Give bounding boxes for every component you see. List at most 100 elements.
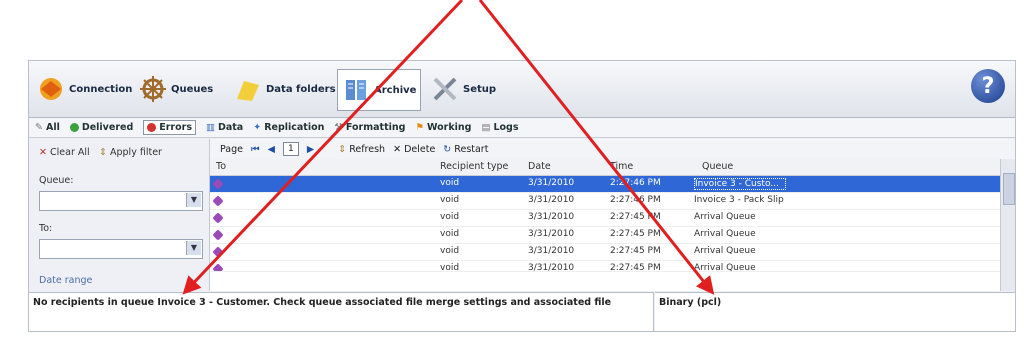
- filter-formatting[interactable]: ⚒ Formatting: [334, 122, 405, 133]
- chevron-down-icon[interactable]: ▼: [186, 193, 201, 207]
- pager-toolbar: Page ⏮ ◀ 1 ▶ ⇕ Refresh ✕ Delete ↻ Restar…: [210, 139, 1015, 159]
- filter-data-label: Data: [217, 122, 244, 133]
- prev-page-icon[interactable]: ◀: [268, 144, 275, 155]
- status-message: No recipients in queue Invoice 3 - Custo…: [33, 297, 612, 308]
- refresh-icon: ⇕: [338, 143, 347, 155]
- cell-recipient-type: void: [440, 246, 460, 256]
- restart-label: Restart: [454, 143, 489, 155]
- formatting-icon: ⚒: [334, 122, 343, 133]
- close-icon: ✕: [39, 147, 47, 158]
- table-row[interactable]: void 3/31/2010 2:27:45 PM Arrival Queue: [210, 244, 1000, 261]
- cell-date: 3/31/2010: [528, 195, 575, 205]
- cell-time: 2:27:45 PM: [610, 246, 661, 256]
- filter-errors-label: Errors: [159, 122, 192, 133]
- cell-recipient-type: void: [440, 263, 460, 272]
- filter-sidebar: ✕ Clear All ⇕ Apply filter Queue: ▼ To: …: [29, 139, 210, 291]
- delete-icon: ✕: [393, 143, 402, 155]
- main-toolbar: Connection Queues Data folders Archive S…: [29, 61, 1015, 118]
- cell-recipient-type: void: [440, 178, 460, 188]
- queue-select[interactable]: ▼: [39, 191, 203, 211]
- filter-formatting-label: Formatting: [345, 122, 406, 133]
- filter-delivered-label: Delivered: [81, 122, 134, 133]
- data-folders-label: Data folders: [266, 83, 336, 95]
- cell-date: 3/31/2010: [528, 212, 575, 222]
- clear-all-button[interactable]: ✕ Clear All: [39, 147, 90, 158]
- cell-date: 3/31/2010: [528, 178, 575, 188]
- error-icon: [147, 123, 157, 132]
- flag-icon: ⚑: [415, 122, 424, 133]
- filter-data[interactable]: ▥ Data: [206, 122, 243, 133]
- header-time[interactable]: Time: [610, 161, 633, 172]
- filter-replication[interactable]: ✦ Replication: [253, 122, 324, 133]
- recipient-icon: [212, 195, 224, 207]
- table-row[interactable]: void 3/31/2010 2:27:45 PM Arrival Queue: [210, 261, 1000, 272]
- replication-icon: ✦: [253, 122, 262, 133]
- table-row[interactable]: void 3/31/2010 2:27:46 PM Invoice 3 - Pa…: [210, 193, 1000, 210]
- next-page-icon[interactable]: ▶: [307, 144, 314, 155]
- table-row[interactable]: void 3/31/2010 2:27:46 PM Invoice 3 - Cu…: [210, 176, 1000, 193]
- cell-recipient-type: void: [440, 195, 460, 205]
- filter-all[interactable]: ✎ All: [35, 122, 60, 133]
- refresh-button[interactable]: ⇕ Refresh: [338, 144, 385, 155]
- cell-date: 3/31/2010: [528, 263, 575, 272]
- cell-queue: Arrival Queue: [694, 229, 756, 239]
- connection-icon: [37, 75, 65, 103]
- first-page-icon[interactable]: ⏮: [251, 144, 260, 155]
- header-date[interactable]: Date: [528, 161, 551, 172]
- cell-queue: Arrival Queue: [694, 263, 756, 272]
- filter-working[interactable]: ⚑ Working: [415, 122, 471, 133]
- scrollbar-thumb[interactable]: [1003, 173, 1015, 205]
- app-window: Connection Queues Data folders Archive S…: [28, 60, 1016, 332]
- table-row[interactable]: void 3/31/2010 2:27:45 PM Arrival Queue: [210, 210, 1000, 227]
- apply-filter-button[interactable]: ⇕ Apply filter: [99, 147, 162, 158]
- filter-all-label: All: [45, 122, 60, 133]
- page-label: Page: [220, 143, 243, 155]
- cell-time: 2:27:45 PM: [610, 229, 661, 239]
- queues-label: Queues: [171, 83, 214, 95]
- filter-logs[interactable]: ▤ Logs: [481, 122, 518, 133]
- setup-button[interactable]: Setup: [431, 69, 496, 109]
- check-icon: [69, 123, 79, 132]
- restart-icon: ↻: [443, 143, 452, 155]
- header-queue[interactable]: Queue: [702, 161, 733, 172]
- connection-label: Connection: [69, 83, 133, 95]
- vertical-scrollbar[interactable]: [1000, 159, 1015, 291]
- cell-recipient-type: void: [440, 212, 460, 222]
- filter-delivered[interactable]: Delivered: [69, 122, 134, 133]
- to-select[interactable]: ▼: [39, 239, 203, 259]
- chart-icon: ▥: [205, 122, 215, 133]
- help-icon: ?: [981, 73, 995, 99]
- cell-date: 3/31/2010: [528, 246, 575, 256]
- delete-label: Delete: [404, 143, 436, 155]
- cell-queue: Arrival Queue: [694, 246, 756, 256]
- archive-label: Archive: [374, 84, 417, 96]
- archive-button[interactable]: Archive: [337, 69, 422, 111]
- recipient-icon: [212, 229, 224, 241]
- format-panel: Binary (pcl): [655, 292, 1015, 331]
- recipient-icon: [212, 263, 224, 271]
- cell-date: 3/31/2010: [528, 229, 575, 239]
- table-row[interactable]: void 3/31/2010 2:27:45 PM Arrival Queue: [210, 227, 1000, 244]
- cell-time: 2:27:46 PM: [610, 195, 661, 205]
- chevron-down-icon[interactable]: ▼: [186, 241, 201, 255]
- page-number-input[interactable]: 1: [282, 142, 299, 156]
- clear-all-label: Clear All: [50, 147, 90, 158]
- help-button[interactable]: ?: [971, 69, 1005, 103]
- filter-logs-label: Logs: [493, 122, 519, 133]
- queues-button[interactable]: Queues: [139, 69, 213, 109]
- pencil-icon: ✎: [35, 122, 43, 133]
- data-folders-button[interactable]: Data folders: [234, 69, 336, 109]
- refresh-label: Refresh: [349, 143, 386, 155]
- recipients-grid: Page ⏮ ◀ 1 ▶ ⇕ Refresh ✕ Delete ↻ Restar…: [210, 139, 1015, 291]
- filter-errors[interactable]: Errors: [143, 120, 196, 135]
- header-to[interactable]: To: [216, 161, 226, 172]
- restart-button[interactable]: ↻ Restart: [443, 144, 488, 155]
- recipient-icon: [212, 246, 224, 258]
- folder-icon: [234, 75, 262, 103]
- delete-button[interactable]: ✕ Delete: [393, 144, 435, 155]
- date-range-label[interactable]: Date range: [39, 275, 92, 286]
- header-recipient-type[interactable]: Recipient type: [440, 161, 508, 172]
- filter-tabs: ✎ All Delivered Errors ▥ Data ✦ Replicat…: [29, 118, 1015, 138]
- connection-button[interactable]: Connection: [37, 69, 132, 109]
- cell-time: 2:27:45 PM: [610, 212, 661, 222]
